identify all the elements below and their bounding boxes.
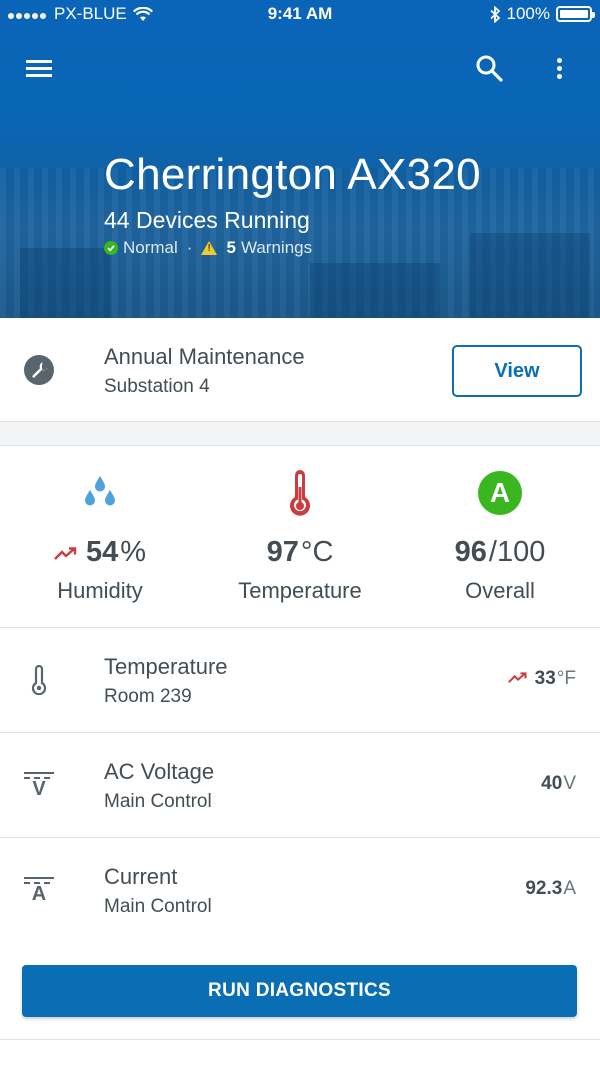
actions-section: RUN DIAGNOSTICS [0,942,600,1040]
channel-row-current[interactable]: A Current Main Control 92.3 A [0,838,600,943]
stat-value: 96/100 [400,536,600,569]
channel-title: Current [104,864,178,889]
bottom-card-edge [0,1040,600,1068]
background-building [20,248,110,318]
stat-value: 97 °C [200,536,400,569]
status-summary: Normal · 5 Warnings [104,238,312,258]
background-building [470,233,590,318]
grade-icon-wrap: A [400,470,600,516]
check-circle-icon [104,241,118,255]
channel-title: AC Voltage [104,759,215,784]
search-icon [476,55,503,82]
thermometer-outline-icon [22,662,56,698]
channel-row-ac-voltage[interactable]: V AC Voltage Main Control 40 V [0,733,600,838]
page-subtitle: 44 Devices Running [104,207,310,233]
page-title: Cherrington AX320 [104,150,481,199]
warning-icon [201,241,218,255]
view-button[interactable]: View [452,345,582,397]
search-button[interactable] [471,50,507,86]
humidity-value: 54 [85,536,119,568]
menu-icon [26,56,52,81]
battery-percent: 100% [506,4,550,23]
channel-value: 33 °F [507,668,576,690]
channel-value-unit: A [563,878,576,899]
battery-icon [556,6,595,22]
maintenance-row: Annual Maintenance Substation 4 View [0,318,600,422]
more-button[interactable] [541,50,577,86]
maintenance-subtitle: Substation 4 [104,376,210,397]
status-normal-text: Normal [123,238,178,257]
channel-value: 92.3 A [525,878,576,900]
channel-subtitle: Room 239 [104,686,192,707]
channel-value-unit: °F [556,668,576,689]
channel-value-unit: V [563,773,576,794]
current-symbol: A [31,883,47,905]
app-header: PX-BLUE 9:41 AM 100% Cherrington AX320 4… [0,0,600,318]
run-diagnostics-button[interactable]: RUN DIAGNOSTICS [22,965,577,1017]
section-divider [0,422,600,446]
humidity-icon [0,470,200,516]
voltage-symbol: V [32,778,46,800]
stat-overall: A 96/100 Overall [400,446,600,628]
channel-subtitle: Main Control [104,791,212,812]
temperature-value: 97 [266,536,299,568]
grade-a-icon: A [478,471,522,515]
channel-row-temperature[interactable]: Temperature Room 239 33 °F [0,628,600,733]
temperature-unit: °C [300,536,334,568]
stat-humidity: 54% Humidity [0,446,200,628]
wrench-icon [24,355,54,385]
trending-up-icon [507,672,527,683]
info-separator: · [186,238,193,257]
channel-title: Temperature [104,654,228,679]
stat-label: Humidity [57,578,143,603]
thermometer-icon [200,470,400,516]
voltage-icon: V [22,767,56,803]
stat-label: Temperature [238,578,362,603]
menu-button[interactable] [21,50,57,86]
bluetooth-icon [489,5,500,23]
status-bar: PX-BLUE 9:41 AM 100% [0,0,600,28]
channel-value-number: 40 [541,773,563,794]
warning-count: 5 [226,238,236,257]
stat-label: Overall [465,578,535,603]
humidity-unit: % [120,536,147,568]
more-vert-icon [556,55,562,82]
stat-value: 54% [0,536,200,569]
trending-up-icon [54,547,77,560]
current-icon: A [22,872,56,908]
channel-value-number: 33 [534,668,556,689]
overall-unit: /100 [488,536,546,568]
overall-value: 96 [454,536,487,568]
maintenance-title: Annual Maintenance [104,344,305,369]
hero-stats: 54% Humidity 97 °C Temperature A 96/100 O… [0,446,600,628]
channel-subtitle: Main Control [104,896,212,917]
warning-text: Warnings [240,238,313,257]
channel-value: 40 V [541,773,576,795]
channel-value-number: 92.3 [525,878,563,899]
stat-temperature: 97 °C Temperature [200,446,400,628]
background-building [310,263,440,318]
